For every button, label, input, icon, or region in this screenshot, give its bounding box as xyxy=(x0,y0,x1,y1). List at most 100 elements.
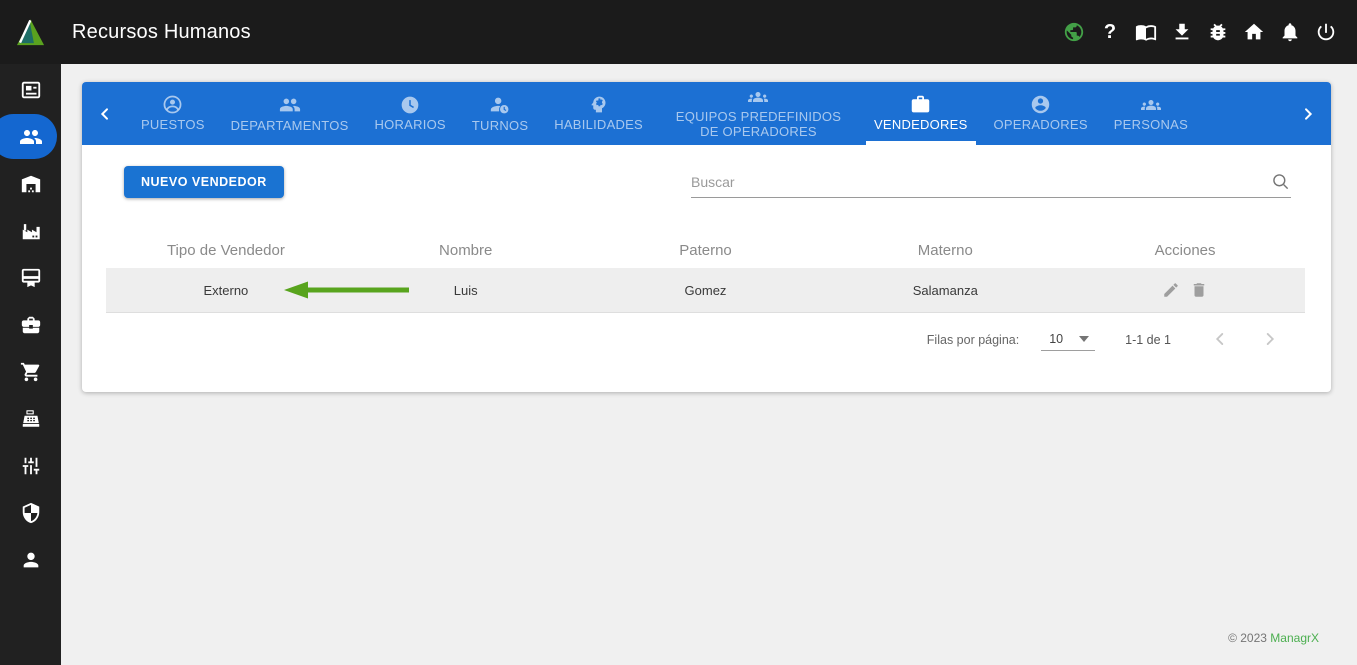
caret-down-icon xyxy=(1079,336,1089,342)
search-field xyxy=(691,172,1291,198)
tab-horarios[interactable]: HORARIOS xyxy=(362,82,459,145)
chevron-right-icon xyxy=(1300,106,1316,122)
search-input[interactable] xyxy=(691,174,1271,190)
warehouse-icon xyxy=(20,173,42,195)
tab-equipos-predefinidos[interactable]: EQUIPOS PREDEFINIDOS DE OPERADORES xyxy=(656,82,861,145)
topbar-actions: ? xyxy=(1063,21,1357,43)
sidebar-item-settings[interactable] xyxy=(0,442,61,489)
cell-paterno: Gomez xyxy=(586,283,826,298)
copyright-text: © 2023 xyxy=(1228,631,1267,645)
trash-icon xyxy=(1190,281,1208,299)
groups-icon xyxy=(745,87,771,107)
sidebar-item-toolbox[interactable] xyxy=(0,301,61,348)
tabs-scroll-left-button[interactable] xyxy=(82,82,128,145)
tab-label: HORARIOS xyxy=(375,118,446,133)
tab-label: OPERADORES xyxy=(994,118,1088,133)
groups-icon xyxy=(1138,95,1164,115)
help-glyph: ? xyxy=(1104,21,1116,43)
tabs-scroll-right-button[interactable] xyxy=(1285,82,1331,145)
tab-label: VENDEDORES xyxy=(874,118,968,133)
column-header-tipo: Tipo de Vendedor xyxy=(106,242,346,259)
tab-turnos[interactable]: TURNOS xyxy=(459,82,541,145)
page-title: Recursos Humanos xyxy=(72,21,251,44)
rows-per-page-label: Filas por página: xyxy=(927,333,1019,347)
brain-icon xyxy=(588,94,609,115)
download-icon[interactable] xyxy=(1171,21,1193,43)
badge-person-icon xyxy=(162,94,183,115)
globe-icon[interactable] xyxy=(1063,21,1085,43)
tab-habilidades[interactable]: HABILIDADES xyxy=(541,82,656,145)
tab-label: PUESTOS xyxy=(141,118,205,133)
column-header-materno: Materno xyxy=(825,242,1065,259)
delete-button[interactable] xyxy=(1190,281,1208,299)
cell-acciones xyxy=(1065,281,1305,299)
module-tabbar: PUESTOS DEPARTAMENTOS HORARIOS xyxy=(82,82,1331,145)
tab-puestos[interactable]: PUESTOS xyxy=(128,82,218,145)
security-shield-icon xyxy=(20,502,42,524)
toolbar: NUEVO VENDEDOR xyxy=(124,166,1291,198)
tab-label: DEPARTAMENTOS xyxy=(231,119,349,134)
footer: © 2023 ManagrX xyxy=(1228,631,1319,645)
sidebar-item-certifications[interactable] xyxy=(0,254,61,301)
sidebar-item-news[interactable] xyxy=(0,66,61,113)
tab-label: EQUIPOS PREDEFINIDOS DE OPERADORES xyxy=(669,110,848,140)
home-icon[interactable] xyxy=(1243,21,1265,43)
manual-book-icon[interactable] xyxy=(1135,21,1157,43)
account-circle-icon xyxy=(1030,94,1051,115)
brand-link[interactable]: ManagrX xyxy=(1270,631,1319,645)
help-icon[interactable]: ? xyxy=(1099,21,1121,43)
sidebar-item-security[interactable] xyxy=(0,489,61,536)
person-clock-icon xyxy=(489,94,511,116)
app-logo-icon xyxy=(15,17,46,48)
column-header-paterno: Paterno xyxy=(586,242,826,259)
tab-label: PERSONAS xyxy=(1114,118,1188,133)
tune-sliders-icon xyxy=(20,455,42,477)
tab-label: TURNOS xyxy=(472,119,528,134)
human-resources-people-icon xyxy=(19,125,43,149)
main-content: PUESTOS DEPARTAMENTOS HORARIOS xyxy=(61,64,1357,665)
search-icon[interactable] xyxy=(1271,172,1291,192)
edit-button[interactable] xyxy=(1162,281,1180,299)
person-icon xyxy=(20,549,42,571)
next-page-button[interactable] xyxy=(1259,328,1283,352)
people-icon xyxy=(279,94,301,116)
new-vendor-button[interactable]: NUEVO VENDEDOR xyxy=(124,166,284,198)
table-header-row: Tipo de Vendedor Nombre Paterno Materno … xyxy=(106,232,1305,268)
sidebar-item-purchases[interactable] xyxy=(0,348,61,395)
tab-personas[interactable]: PERSONAS xyxy=(1101,82,1201,145)
sidebar-item-human-resources[interactable] xyxy=(0,113,61,160)
chevron-left-icon xyxy=(97,106,113,122)
sidebar-item-warehouse[interactable] xyxy=(0,160,61,207)
notifications-icon[interactable] xyxy=(1279,21,1301,43)
previous-page-button[interactable] xyxy=(1209,328,1233,352)
certification-card-icon xyxy=(20,267,42,289)
column-header-nombre: Nombre xyxy=(346,242,586,259)
pagination-bar: Filas por página: 10 1-1 de 1 xyxy=(927,326,1283,354)
vendors-card: PUESTOS DEPARTAMENTOS HORARIOS xyxy=(82,82,1331,392)
vendors-table: Tipo de Vendedor Nombre Paterno Materno … xyxy=(106,232,1305,313)
tab-operadores[interactable]: OPERADORES xyxy=(981,82,1101,145)
clock-icon xyxy=(400,95,420,115)
sidebar xyxy=(0,64,61,665)
bug-report-icon[interactable] xyxy=(1207,21,1229,43)
shopping-cart-icon xyxy=(20,361,42,383)
pencil-icon xyxy=(1162,281,1180,299)
page-range-text: 1-1 de 1 xyxy=(1125,333,1171,347)
power-icon[interactable] xyxy=(1315,21,1337,43)
cash-register-icon xyxy=(20,408,42,430)
sidebar-item-factory[interactable] xyxy=(0,207,61,254)
sidebar-item-profile[interactable] xyxy=(0,536,61,583)
tab-label: HABILIDADES xyxy=(554,118,643,133)
column-header-acciones: Acciones xyxy=(1065,242,1305,259)
sidebar-item-sales[interactable] xyxy=(0,395,61,442)
cell-materno: Salamanza xyxy=(825,283,1065,298)
chevron-left-icon xyxy=(1209,328,1231,350)
rows-per-page-select[interactable]: 10 xyxy=(1041,330,1095,351)
topbar: Recursos Humanos ? xyxy=(0,0,1357,64)
briefcase-icon xyxy=(910,94,931,115)
news-icon xyxy=(20,79,42,101)
chevron-right-icon xyxy=(1259,328,1281,350)
tab-vendedores[interactable]: VENDEDORES xyxy=(861,82,981,145)
factory-icon xyxy=(20,220,42,242)
tab-departamentos[interactable]: DEPARTAMENTOS xyxy=(218,82,362,145)
